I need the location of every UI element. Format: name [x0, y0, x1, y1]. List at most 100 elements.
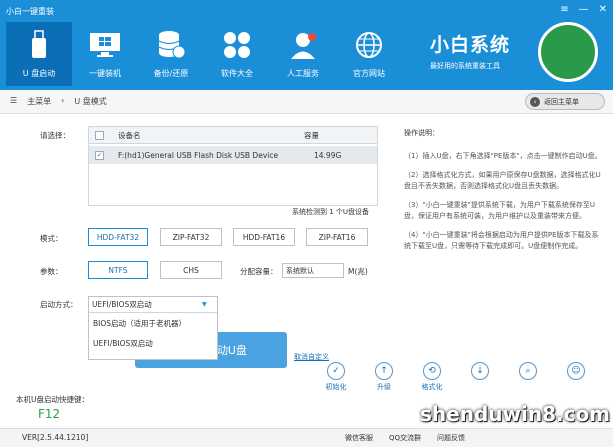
minimize-icon[interactable]: — — [579, 4, 589, 15]
nav-usb-boot[interactable]: U 盘启动 — [6, 22, 72, 86]
col-capacity: 容量 — [304, 130, 319, 140]
title-bar: 小白一键重装 ≡ — ✕ U 盘启动 一键装机 备份/还原 软件大全 人工服务 … — [0, 0, 613, 90]
nav-backup-restore[interactable]: 备份/还原 — [138, 22, 204, 86]
app-title: 小白一键重装 — [6, 7, 54, 16]
mode-zip-fat32[interactable]: ZIP-FAT32 — [160, 228, 222, 246]
mode-hdd-fat16[interactable]: HDD-FAT16 — [233, 228, 295, 246]
nav-software[interactable]: 软件大全 — [204, 22, 270, 86]
main-nav: U 盘启动 一键装机 备份/还原 软件大全 人工服务 官方网站 — [6, 22, 402, 86]
globe-icon — [354, 26, 384, 64]
support-agent-icon — [288, 26, 318, 64]
mode-zip-fat16[interactable]: ZIP-FAT16 — [306, 228, 368, 246]
alloc-label: 分配容量： — [240, 267, 278, 276]
tool-upgrade[interactable]: ↑ 升级 — [366, 362, 402, 392]
hotkey-label: 本机U盘启动快捷键： — [16, 395, 89, 404]
breadcrumb-separator-icon: › — [61, 96, 65, 105]
close-icon[interactable]: ✕ — [599, 4, 607, 15]
advanced-link[interactable]: 取消自定义 — [294, 352, 329, 362]
help-title: 操作说明： — [404, 129, 439, 137]
breadcrumb-bar: ☰ 主菜单 › U 盘模式 ‹ 返回主菜单 — [0, 90, 613, 114]
search-icon: ⌕ — [519, 362, 537, 380]
select-all-checkbox[interactable] — [95, 130, 104, 140]
table-row[interactable]: ✓ F:(hd1)General USB Flash Disk USB Devi… — [89, 146, 377, 164]
params-label: 参数： — [40, 267, 63, 276]
feedback-link[interactable]: 问题反馈 — [437, 433, 465, 443]
user-icon: ☺ — [567, 362, 585, 380]
boot-option-bios[interactable]: BIOS启动（适用于老机器） — [89, 313, 217, 333]
hamburger-icon: ☰ — [10, 96, 18, 105]
boot-mode-value: UEFI/BIOS双启动 — [92, 300, 152, 309]
help-panel: 操作说明： （1）插入U盘，右下角选择"PE版本"，点击一键制作启动U盘。 （2… — [404, 128, 604, 260]
tool-5[interactable]: ⌕ — [510, 362, 546, 392]
menu-icon[interactable]: ≡ — [560, 4, 568, 15]
wechat-link[interactable]: 微信客服 — [345, 433, 373, 443]
help-item: （4）"小白一键重装"将会根据启动为用户提供PE版本下载及系统下载至U盘，只需等… — [404, 231, 599, 250]
back-arrow-icon: ‹ — [530, 96, 540, 107]
tool-format-label: 格式化 — [421, 383, 443, 391]
boot-option-uefi-bios[interactable]: UEFI/BIOS双启动 — [89, 333, 217, 353]
breadcrumb: ☰ 主菜单 › U 盘模式 — [10, 96, 107, 107]
nav-service[interactable]: 人工服务 — [270, 22, 336, 86]
tool-init-label: 初始化 — [325, 383, 347, 391]
tool-4[interactable]: ↓ — [462, 362, 498, 392]
upload-icon: ↑ — [375, 362, 393, 380]
windows-icon — [89, 26, 121, 64]
col-device: 设备名 — [118, 130, 141, 140]
nav-backup-restore-label: 备份/还原 — [153, 69, 189, 78]
brand-slogan: 最好用的系统重装工具 — [430, 62, 500, 70]
format-icon: ⟲ — [423, 362, 441, 380]
tool-format[interactable]: ⟲ 格式化 — [414, 362, 450, 392]
brand-name: 小白系统 — [430, 34, 511, 56]
boot-label: 启动方式： — [40, 300, 78, 309]
database-icon — [157, 26, 185, 64]
footer: VER[2.5.44.1210] 微信客服 QQ交流群 问题反馈 — [0, 428, 613, 447]
alloc-value: 系统默认 — [286, 266, 314, 275]
tool-bar: ✓ 初始化 ↑ 升级 ⟲ 格式化 ↓ ⌕ ☺ — [318, 362, 594, 392]
tool-6[interactable]: ☺ — [558, 362, 594, 392]
device-checkbox[interactable]: ✓ — [95, 150, 104, 160]
device-status: 系统检测到 1 个U盘设备 — [292, 208, 370, 216]
tool-upgrade-label: 升级 — [377, 383, 391, 391]
version-text: VER[2.5.44.1210] — [22, 433, 89, 442]
nav-usb-boot-label: U 盘启动 — [22, 69, 56, 78]
alloc-select[interactable]: 系统默认 — [282, 263, 344, 278]
device-capacity: 14.99G — [314, 150, 342, 160]
nav-website[interactable]: 官方网站 — [336, 22, 402, 86]
mode-label: 模式： — [40, 234, 63, 243]
device-select-label: 请选择： — [40, 131, 70, 140]
nav-one-click-install-label: 一键装机 — [89, 69, 121, 78]
device-name: F:(hd1)General USB Flash Disk USB Device — [118, 150, 279, 160]
device-table: 设备名 容量 ✓ F:(hd1)General USB Flash Disk U… — [88, 126, 378, 206]
breadcrumb-current: U 盘模式 — [74, 97, 107, 106]
social-links: 微信客服 QQ交流群 问题反馈 — [345, 433, 465, 443]
tool-init[interactable]: ✓ 初始化 — [318, 362, 354, 392]
param-ntfs[interactable]: NTFS — [88, 261, 148, 279]
alloc-unit: M(兆) — [348, 267, 368, 276]
chevron-down-icon: ▼ — [202, 301, 207, 308]
brand: 小白系统 最好用的系统重装工具 — [430, 30, 510, 71]
breadcrumb-home[interactable]: 主菜单 — [27, 96, 51, 107]
nav-one-click-install[interactable]: 一键装机 — [72, 22, 138, 86]
boot-mode-selected[interactable]: UEFI/BIOS双启动 ▼ — [89, 297, 217, 313]
back-to-menu-label: 返回主菜单 — [544, 97, 579, 106]
boot-mode-dropdown[interactable]: UEFI/BIOS双启动 ▼ BIOS启动（适用于老机器） UEFI/BIOS双… — [88, 296, 218, 360]
mode-hdd-fat32[interactable]: HDD-FAT32 — [88, 228, 148, 246]
check-circle-icon: ✓ — [327, 362, 345, 380]
help-item: （1）插入U盘，右下角选择"PE版本"，点击一键制作启动U盘。 — [404, 152, 602, 160]
param-chs[interactable]: CHS — [160, 261, 222, 279]
nav-service-label: 人工服务 — [287, 69, 319, 78]
watermark: shenduwin8.com — [420, 402, 611, 426]
help-item: （3）"小白一键重装"提供系统下载，为用户下载系统保存至U盘，保证用户有系统可装… — [404, 201, 596, 220]
help-item: （2）选择格式化方式，如果用户原保存U盘数据，选择格式化U盘且不丢失数据，否则选… — [404, 171, 601, 190]
nav-software-label: 软件大全 — [221, 69, 253, 78]
brand-logo — [538, 22, 598, 82]
nav-website-label: 官方网站 — [353, 69, 385, 78]
usb-drive-icon — [29, 26, 49, 64]
device-table-header: 设备名 容量 — [89, 127, 377, 144]
back-to-menu-button[interactable]: ‹ 返回主菜单 — [525, 93, 605, 110]
qq-group-link[interactable]: QQ交流群 — [389, 433, 421, 443]
apps-icon — [222, 26, 252, 64]
download-icon: ↓ — [471, 362, 489, 380]
window-controls: ≡ — ✕ — [560, 4, 607, 15]
hotkey-value: F12 — [38, 407, 61, 421]
